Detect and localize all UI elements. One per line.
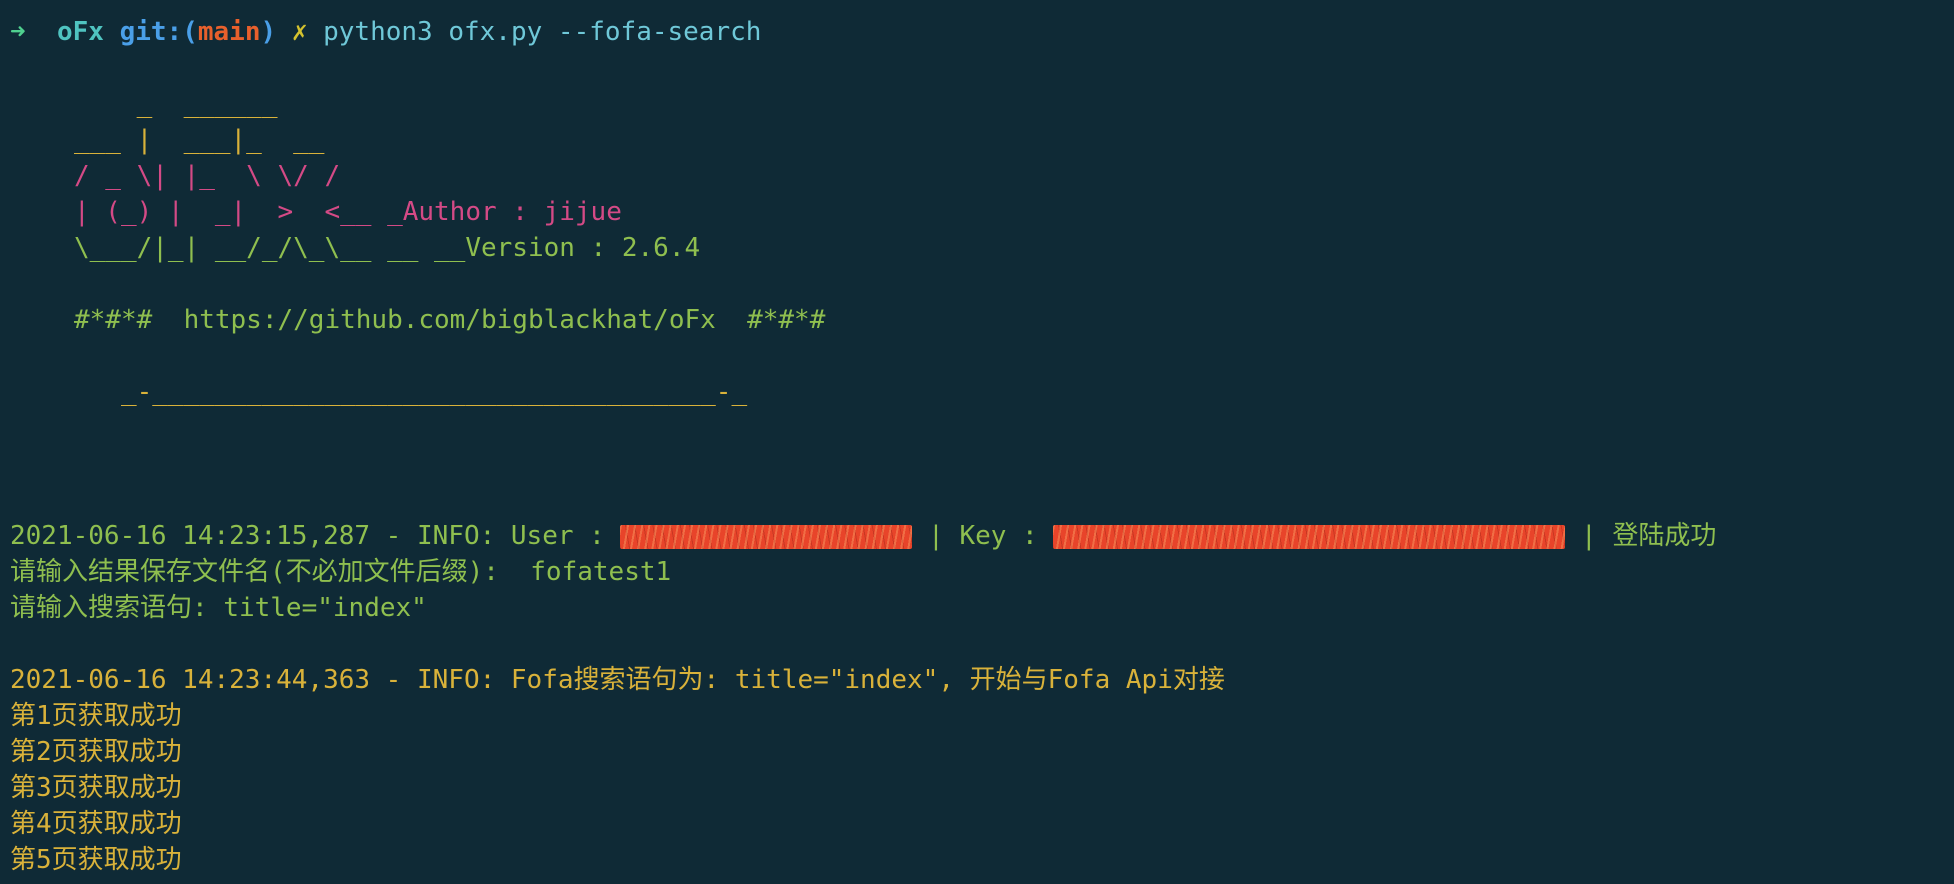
terminal-window: ➜ oFx git:(main) ✗ python3 ofx.py --fofa… [0, 0, 1954, 884]
page-status-line: 第2页获取成功 [10, 737, 182, 767]
page-status-line: 第1页获取成功 [10, 701, 182, 731]
search-info-line: 2021-06-16 14:23:44,363 - INFO: Fofa搜索语句… [10, 665, 1225, 695]
banner-line-2: ___ | ___|_ __ [74, 125, 325, 155]
banner-line-4: | (_) | _| > <__ _Author : jijue [74, 197, 622, 227]
prompt-git-label: git: [119, 17, 183, 47]
filename-prompt: 请输入结果保存文件名(不必加文件后缀): [10, 557, 531, 587]
query-value: title="index" [223, 593, 427, 623]
filename-value: fofatest1 [530, 557, 672, 587]
banner-line-5: \___/|_| __/_/\_\__ __ __Version : 2.6.4 [74, 233, 701, 263]
log-login-status: | 登陆成功 [1565, 521, 1717, 551]
prompt-close-paren: ) [260, 17, 277, 47]
prompt-arrow-icon: ➜ [10, 17, 26, 47]
log-login-key-label: | Key : [912, 521, 1054, 551]
query-prompt-line: 请输入搜索语句: title="index" [10, 590, 427, 626]
prompt-command: python3 ofx.py --fofa-search [323, 17, 762, 47]
page-status-line: 第4页获取成功 [10, 809, 182, 839]
filename-prompt-line: 请输入结果保存文件名(不必加文件后缀): fofatest1 [10, 554, 671, 590]
log-login-prefix: 2021-06-16 14:23:15,287 - INFO: User : [10, 521, 621, 551]
banner-line-3: / _ \| |_ \ \/ / [74, 161, 341, 191]
prompt-directory: oFx [56, 17, 104, 47]
page-status-line: 第5页获取成功 [10, 845, 182, 875]
prompt-dirty-icon: ✗ [291, 17, 308, 47]
prompt-branch: main [197, 17, 261, 47]
banner-line-1: _ ______ [74, 89, 278, 119]
prompt-open-paren: ( [182, 17, 198, 47]
shell-prompt-line: ➜ oFx git:(main) ✗ python3 ofx.py --fofa… [10, 14, 761, 50]
redacted-user [620, 524, 913, 549]
query-prompt: 请输入搜索语句: [10, 593, 224, 623]
log-login-line: 2021-06-16 14:23:15,287 - INFO: User : |… [10, 518, 1716, 554]
page-status-line: 第3页获取成功 [10, 773, 182, 803]
redacted-key [1053, 524, 1566, 549]
banner-rule-line: _-____________________________________-_ [74, 377, 748, 407]
banner-url-line: #*#*# https://github.com/bigblackhat/oFx… [74, 305, 826, 335]
